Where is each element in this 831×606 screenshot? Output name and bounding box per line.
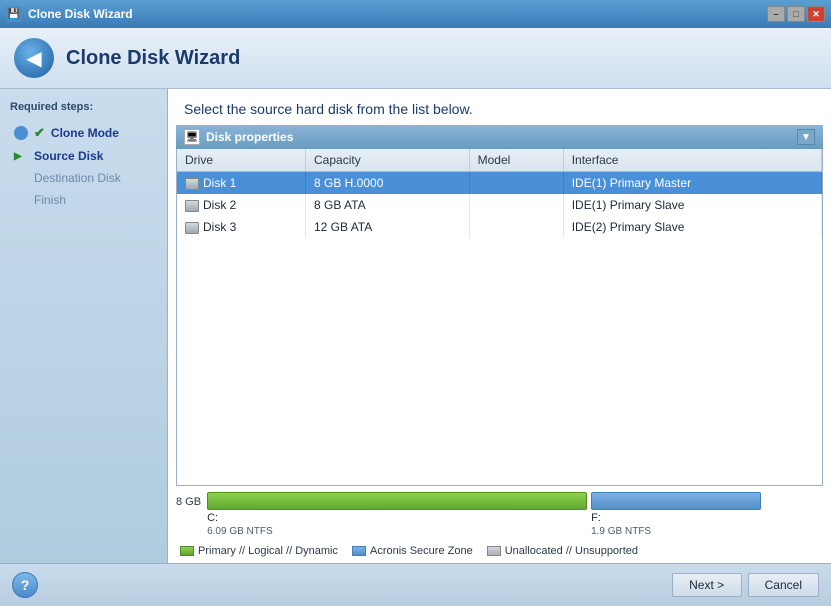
sidebar: Required steps: ✔ Clone Mode Source Disk… (0, 89, 168, 563)
instruction-text: Select the source hard disk from the lis… (168, 89, 831, 125)
maximize-button[interactable]: □ (787, 6, 805, 22)
help-button[interactable]: ? (12, 572, 38, 598)
table-row[interactable]: Disk 312 GB ATA IDE(2) Primary Slave (177, 216, 822, 238)
partition-bars: C: 6.09 GB NTFS F: 1.9 GB NTFS (207, 492, 823, 537)
partition-f-sublabel: 1.9 GB NTFS (591, 526, 761, 537)
partition-c-bar (207, 492, 587, 510)
sidebar-label: Required steps: (0, 101, 167, 121)
cell-model (469, 194, 563, 216)
cell-drive: Disk 3 (177, 216, 306, 238)
legend-primary-label: Primary // Logical // Dynamic (198, 545, 338, 557)
cell-interface: IDE(1) Primary Master (563, 172, 821, 195)
disk-icon (185, 200, 199, 212)
sidebar-item-source-disk[interactable]: Source Disk (0, 145, 167, 167)
legend-acronis-label: Acronis Secure Zone (370, 545, 473, 557)
sidebar-item-label: Clone Mode (51, 126, 119, 140)
footer: ? Next > Cancel (0, 563, 831, 606)
legend-unallocated-box (487, 546, 501, 556)
cell-interface: IDE(1) Primary Slave (563, 194, 821, 216)
cell-model (469, 216, 563, 238)
legend-area: Primary // Logical // Dynamic Acronis Se… (168, 541, 831, 563)
cancel-button[interactable]: Cancel (748, 573, 819, 597)
cell-model (469, 172, 563, 195)
legend-unallocated: Unallocated // Unsupported (487, 545, 638, 557)
title-bar: 💾 Clone Disk Wizard – □ ✕ (0, 0, 831, 28)
table-header-row: Drive Capacity Model Interface (177, 149, 822, 172)
col-model: Model (469, 149, 563, 172)
footer-left: ? (12, 572, 38, 598)
cell-capacity: 8 GB ATA (306, 194, 470, 216)
cell-capacity: 12 GB ATA (306, 216, 470, 238)
disk-table-container: Drive Capacity Model Interface Disk 18 G… (176, 149, 823, 486)
col-drive: Drive (177, 149, 306, 172)
cell-capacity: 8 GB H.0000 (306, 172, 470, 195)
legend-primary: Primary // Logical // Dynamic (180, 545, 338, 557)
col-interface: Interface (563, 149, 821, 172)
wizard-header: ◀ Clone Disk Wizard (0, 28, 831, 89)
footer-right: Next > Cancel (672, 573, 819, 597)
close-button[interactable]: ✕ (807, 6, 825, 22)
legend-acronis: Acronis Secure Zone (352, 545, 473, 557)
main-panel: Select the source hard disk from the lis… (168, 89, 831, 563)
window-title: Clone Disk Wizard (28, 7, 133, 21)
sidebar-item-label: Source Disk (34, 149, 103, 163)
legend-acronis-box (352, 546, 366, 556)
sidebar-item-destination-disk[interactable]: Destination Disk (0, 167, 167, 189)
disk-table: Drive Capacity Model Interface Disk 18 G… (177, 149, 822, 238)
partition-c-label: C: (207, 512, 587, 524)
disk-icon (185, 178, 199, 190)
window-body: ◀ Clone Disk Wizard Required steps: ✔ Cl… (0, 28, 831, 606)
table-row[interactable]: Disk 18 GB H.0000 IDE(1) Primary Master (177, 172, 822, 195)
disk-icon (185, 222, 199, 234)
col-capacity: Capacity (306, 149, 470, 172)
sidebar-item-label: Finish (34, 193, 66, 207)
partition-f-label: F: (591, 512, 761, 524)
legend-unallocated-label: Unallocated // Unsupported (505, 545, 638, 557)
sidebar-item-label: Destination Disk (34, 171, 121, 185)
partition-f-bar (591, 492, 761, 510)
legend-primary-box (180, 546, 194, 556)
checkmark-icon: ✔ (34, 125, 45, 141)
sidebar-item-finish[interactable]: Finish (0, 189, 167, 211)
partition-f: F: 1.9 GB NTFS (591, 492, 761, 537)
cell-interface: IDE(2) Primary Slave (563, 216, 821, 238)
sidebar-item-clone-mode[interactable]: ✔ Clone Mode (0, 121, 167, 145)
disk-props-header: 🖥 Disk properties ▼ (176, 125, 823, 149)
cell-drive: Disk 1 (177, 172, 306, 195)
next-button[interactable]: Next > (672, 573, 742, 597)
wizard-title: Clone Disk Wizard (66, 47, 240, 70)
content-area: Required steps: ✔ Clone Mode Source Disk… (0, 89, 831, 563)
disk-props-icon: 🖥 (184, 129, 200, 145)
disk-props-title: Disk properties (206, 130, 791, 144)
disk-size-label: 8 GB (176, 492, 201, 508)
disk-props-btn[interactable]: ▼ (797, 129, 815, 145)
partition-c-sublabel: 6.09 GB NTFS (207, 526, 587, 537)
partition-c: C: 6.09 GB NTFS (207, 492, 587, 537)
app-icon: 💾 (6, 6, 22, 22)
wizard-icon: ◀ (14, 38, 54, 78)
cell-drive: Disk 2 (177, 194, 306, 216)
table-row[interactable]: Disk 28 GB ATA IDE(1) Primary Slave (177, 194, 822, 216)
minimize-button[interactable]: – (767, 6, 785, 22)
window-controls: – □ ✕ (767, 6, 825, 22)
partition-viz: 8 GB C: 6.09 GB NTFS F: 1.9 GB NTFS (176, 492, 823, 537)
